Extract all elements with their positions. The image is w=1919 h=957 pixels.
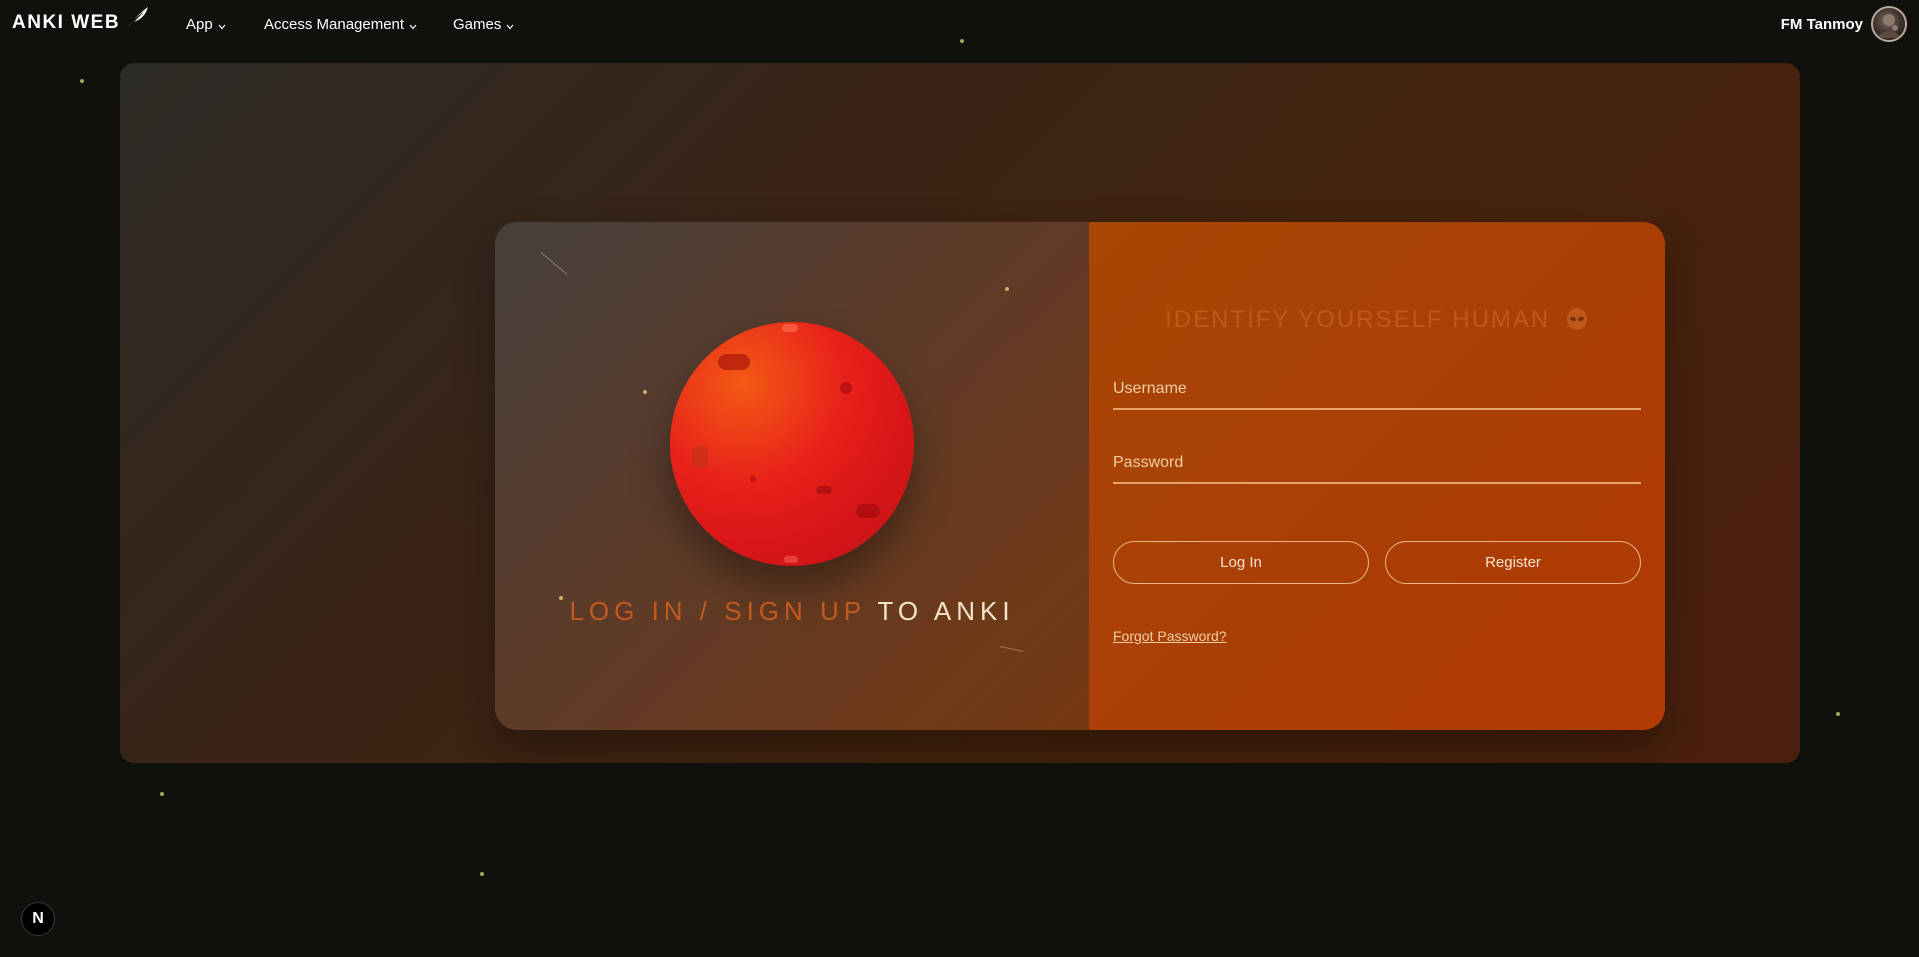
username-field[interactable]	[1113, 370, 1641, 410]
feather-icon	[126, 6, 150, 34]
planet-crater	[750, 476, 756, 482]
card-left-panel: LOG IN / SIGN UP TO ANKI	[495, 222, 1089, 730]
star-decoration	[1005, 287, 1009, 291]
nav-item-label: App	[186, 16, 213, 33]
login-tagline: LOG IN / SIGN UP TO ANKI	[495, 596, 1089, 627]
planet-illustration	[670, 322, 914, 566]
star-decoration	[960, 39, 964, 43]
dev-badge-label: N	[32, 910, 44, 927]
star-decoration	[480, 872, 484, 876]
nav-item-app[interactable]: App	[186, 15, 226, 34]
nav-item-label: Games	[453, 16, 502, 33]
star-decoration	[160, 792, 164, 796]
form-heading: IDENTIFY YOURSELF HUMAN	[1089, 306, 1665, 338]
login-card: LOG IN / SIGN UP TO ANKI IDENTIFY YOURSE…	[495, 222, 1665, 730]
planet-crater	[856, 504, 880, 518]
form-heading-text: IDENTIFY YOURSELF HUMAN	[1165, 306, 1551, 333]
chevron-down-icon	[506, 17, 514, 34]
password-field[interactable]	[1113, 444, 1641, 484]
dev-tools-badge[interactable]: N	[21, 902, 55, 936]
star-decoration	[80, 79, 84, 83]
nav-item-access-management[interactable]: Access Management	[264, 15, 417, 34]
star-decoration	[643, 390, 647, 394]
chevron-down-icon	[409, 17, 417, 34]
planet-crater	[718, 354, 750, 370]
user-name: FM Tanmoy	[1780, 15, 1863, 33]
brand-name: ANKI WEB	[12, 12, 121, 33]
tagline-part-1: LOG IN / SIGN UP	[569, 596, 866, 626]
star-decoration	[1836, 712, 1840, 716]
card-right-panel: IDENTIFY YOURSELF HUMAN Log In Register …	[1089, 222, 1665, 730]
hero-frame: LOG IN / SIGN UP TO ANKI IDENTIFY YOURSE…	[120, 63, 1800, 763]
planet-crater	[692, 446, 708, 468]
login-button[interactable]: Log In	[1113, 541, 1369, 584]
shooting-star	[540, 252, 568, 275]
forgot-password-link[interactable]: Forgot Password?	[1113, 628, 1227, 644]
brand-logo[interactable]: ANKI WEB	[12, 7, 150, 34]
planet-crater	[840, 382, 852, 394]
top-navbar: ANKI WEB App Access Management Games FM …	[0, 0, 1919, 50]
nav-item-label: Access Management	[264, 16, 405, 33]
user-menu[interactable]: FM Tanmoy	[1781, 6, 1907, 42]
planet-crater	[816, 486, 832, 494]
planet-crater	[782, 324, 798, 332]
nav-item-games[interactable]: Games	[453, 15, 514, 34]
tagline-part-2: TO ANKI	[877, 596, 1015, 626]
chevron-down-icon	[218, 17, 226, 34]
alien-icon	[1565, 307, 1589, 338]
shooting-star	[999, 646, 1024, 652]
register-button[interactable]: Register	[1385, 541, 1641, 584]
avatar[interactable]	[1871, 6, 1907, 42]
planet-crater	[784, 556, 798, 563]
